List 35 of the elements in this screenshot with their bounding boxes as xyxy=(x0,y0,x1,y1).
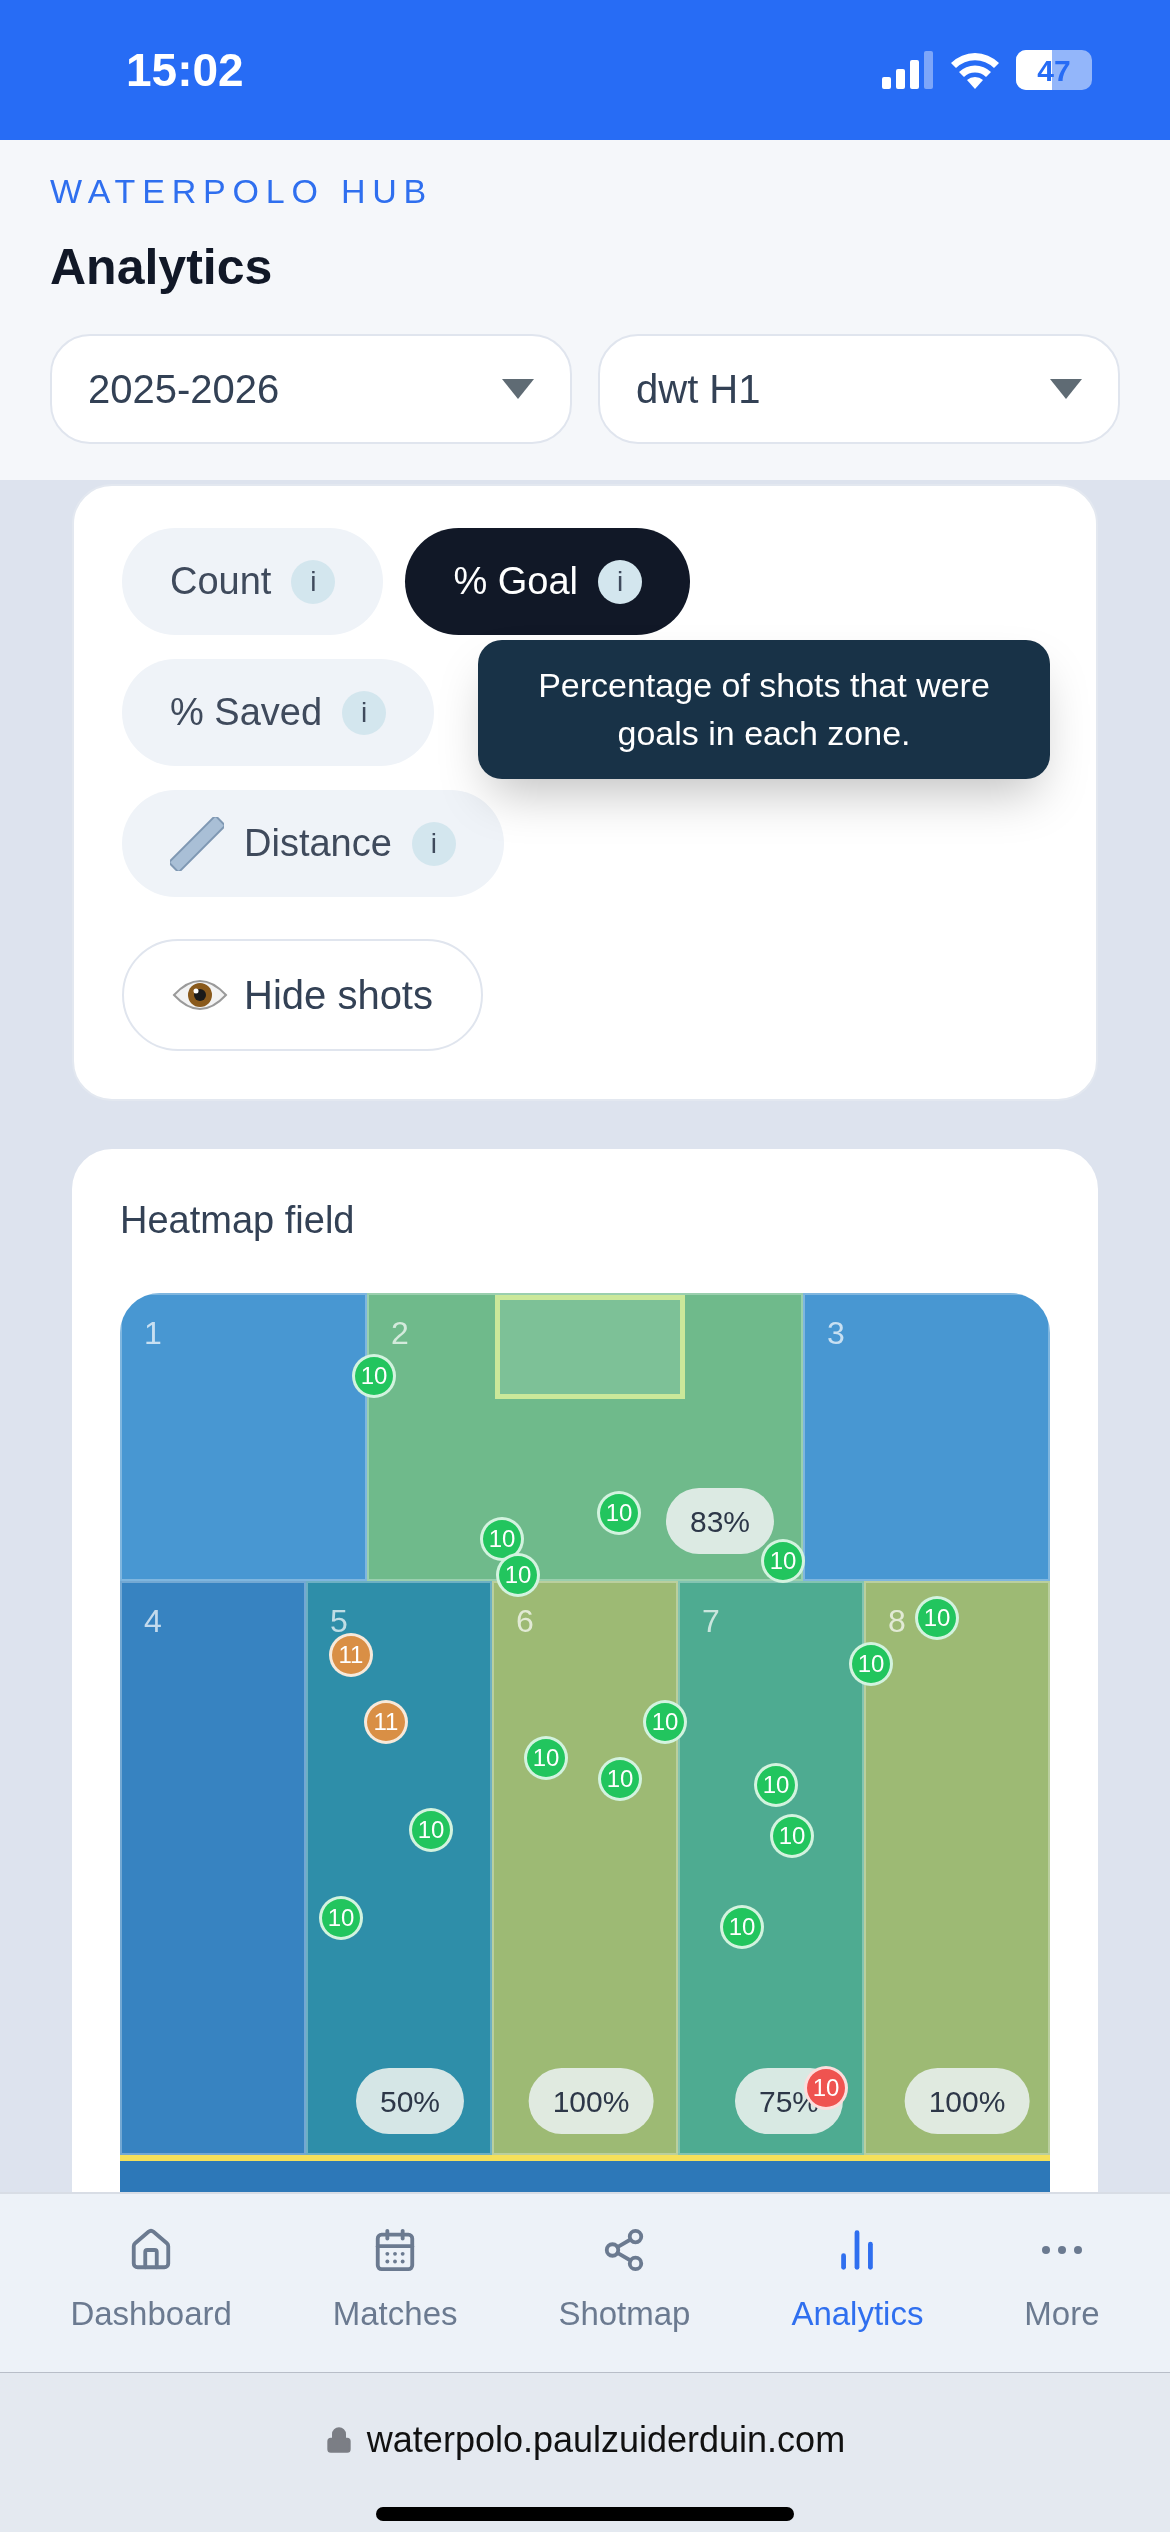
tooltip: Percentage of shots that were goals in each zone. xyxy=(478,640,1050,780)
select-dropdown[interactable]: 2025-2026 xyxy=(50,334,572,444)
lock-icon xyxy=(324,2425,353,2455)
nav-tab[interactable]: Matches xyxy=(332,2227,458,2339)
info-badge[interactable]: i xyxy=(598,559,643,604)
zone-number: 1 xyxy=(144,1317,162,1349)
caret-icon xyxy=(1050,379,1082,399)
zone-number: 8 xyxy=(888,1605,906,1637)
zone-number: 2 xyxy=(391,1317,409,1349)
select-dropdown[interactable]: dwt H1 xyxy=(598,334,1120,444)
metric-chip[interactable]: Distance i xyxy=(122,790,504,897)
caret-icon xyxy=(502,379,534,399)
status-time: 15:02 xyxy=(126,42,244,98)
info-badge[interactable]: i xyxy=(342,690,387,735)
nav-tab[interactable]: Shotmap xyxy=(558,2227,691,2339)
zone-number: 3 xyxy=(827,1317,845,1349)
nav-tab[interactable]: More xyxy=(1024,2227,1100,2339)
metric-chip[interactable]: % Goal i xyxy=(405,528,691,635)
signal-icon xyxy=(882,51,934,89)
nav-tab[interactable]: Dashboard xyxy=(70,2227,232,2339)
nav-tab[interactable]: Analytics xyxy=(791,2227,924,2339)
zone-number: 6 xyxy=(516,1605,534,1637)
metric-chip[interactable]: % Saved i xyxy=(122,659,435,766)
more-icon xyxy=(1041,2246,1082,2255)
info-badge[interactable]: i xyxy=(411,821,456,866)
brand-label: WATERPOLO HUB xyxy=(50,174,435,208)
wifi-icon xyxy=(950,51,1000,89)
zone-number: 7 xyxy=(702,1605,720,1637)
page-title: Analytics xyxy=(50,242,274,292)
metric-chip[interactable]: Count i xyxy=(122,528,384,635)
zone-number: 4 xyxy=(144,1605,162,1637)
heatmap-title: Heatmap field xyxy=(120,1201,356,1239)
url-text: waterpolo.paulzuiderduin.com xyxy=(366,2418,846,2462)
hide-shots-button[interactable]: Hide shots xyxy=(122,939,483,1051)
info-badge[interactable]: i xyxy=(291,559,336,604)
